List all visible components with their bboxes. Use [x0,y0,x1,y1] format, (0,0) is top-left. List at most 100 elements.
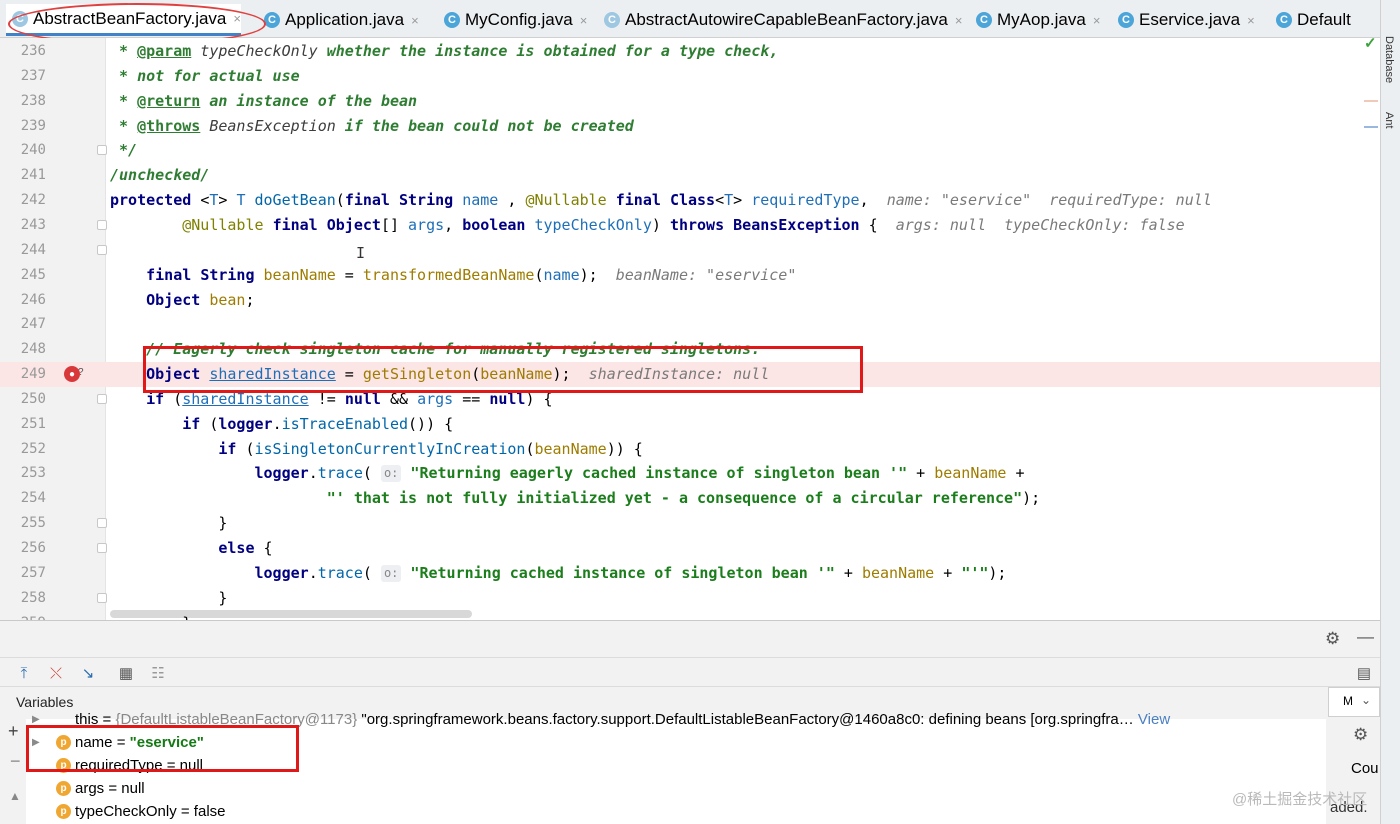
close-tab-icon[interactable]: × [411,13,419,28]
code-text[interactable]: * not for actual use [110,64,300,89]
code-line[interactable]: 237 * not for actual use [0,64,1380,89]
code-text[interactable]: * @param typeCheckOnly whether the insta… [110,39,778,64]
code-line[interactable]: 255 } [0,511,1380,536]
code-line[interactable]: 256 else { [0,536,1380,561]
code-line[interactable]: 245 final String beanName = transformedB… [0,263,1380,288]
code-text[interactable]: logger.trace( o: "Returning eagerly cach… [110,461,1025,486]
code-text[interactable]: logger.trace( o: "Returning cached insta… [110,561,1006,586]
fold-marker-icon[interactable] [97,219,107,230]
expand-arrow-icon[interactable]: ▶ [32,708,40,731]
tab-eservice-java[interactable]: C Eservice.java × [1112,4,1255,36]
parameter-icon: p [56,804,71,819]
code-line[interactable]: 258 } [0,586,1380,611]
close-tab-icon[interactable]: × [1093,13,1101,28]
tab-default[interactable]: C Default [1270,4,1351,36]
code-line[interactable]: 242 protected <T> T doGetBean(final Strin… [0,188,1380,213]
variable-row[interactable]: ▶ this = {DefaultListableBeanFactory@1173… [26,708,1326,731]
remove-watch-icon[interactable]: − [10,751,21,772]
error-stripe-mark[interactable] [1364,100,1378,102]
close-tab-icon[interactable]: × [955,13,963,28]
code-line[interactable]: 241/unchecked/ [0,163,1380,188]
code-line[interactable]: 236 * @param typeCheckOnly whether the i… [0,39,1380,64]
code-line[interactable]: 240 */ [0,138,1380,163]
add-watch-icon[interactable]: + [8,721,19,742]
fold-marker-icon[interactable] [97,244,107,255]
code-text[interactable]: if (isSingletonCurrentlyInCreation(beanN… [110,437,642,462]
code-line[interactable]: 248 // Eagerly check singleton cache for… [0,337,1380,362]
minimize-icon[interactable]: — [1357,627,1374,647]
code-text[interactable]: */ [110,138,137,163]
evaluate-expression-icon[interactable]: ▦ [116,663,136,683]
close-tab-icon[interactable]: × [233,11,241,26]
variable-row[interactable]: ▶ p name = "eservice" [26,731,1326,754]
code-text[interactable]: // Eagerly check singleton cache for man… [110,337,760,362]
code-token: isTraceEnabled [281,414,409,433]
code-line[interactable]: 259 } [0,611,1380,620]
code-text[interactable]: } [110,511,227,536]
fold-marker-icon[interactable] [97,518,107,529]
code-text[interactable]: Object sharedInstance = getSingleton(bea… [110,362,769,387]
code-text[interactable]: if (sharedInstance != null && args == nu… [110,387,552,412]
drop-frame-icon[interactable]: ⤬ [46,663,66,683]
fold-marker-icon[interactable] [97,543,107,553]
code-line[interactable]: 244 [0,238,1380,263]
close-tab-icon[interactable]: × [1247,13,1255,28]
fold-marker-icon[interactable] [97,145,107,156]
code-line[interactable]: 252 if (isSingletonCurrentlyInCreation(b… [0,437,1380,462]
view-link[interactable]: View [1138,711,1170,728]
tool-window-ant[interactable]: Ant [1383,112,1395,129]
expand-arrow-icon[interactable]: ▶ [32,731,40,754]
variable-row[interactable]: p typeCheckOnly = false [26,800,1326,823]
error-stripe-mark[interactable] [1364,126,1378,128]
tab-myaop-java[interactable]: C MyAop.java × [970,4,1100,36]
code-text[interactable]: "' that is not fully initialized yet - a… [110,486,1040,511]
code-text[interactable]: final String beanName = transformedBeanN… [110,263,796,288]
close-tab-icon[interactable]: × [580,13,588,28]
code-line[interactable]: 247 [0,312,1380,337]
code-line[interactable]: 257 logger.trace( o: "Returning cached i… [0,561,1380,586]
tab-abstractautowirecapablebeanfactory-java[interactable]: C AbstractAutowireCapableBeanFactory.java… [598,4,962,36]
code-line[interactable]: 253 logger.trace( o: "Returning eagerly … [0,461,1380,486]
tab-abstractbeanfactory-java[interactable]: C AbstractBeanFactory.java × [6,4,241,36]
code-line[interactable]: 239 * @throws BeansException if the bean… [0,114,1380,139]
variable-row[interactable]: p args = null [26,777,1326,800]
console-tab-label[interactable]: Cou [1351,760,1379,777]
code-editor[interactable]: I 236 * @param typeCheckOnly whether the… [0,38,1380,620]
code-text[interactable]: @Nullable final Object[] args, boolean t… [110,213,1184,238]
trace-stream-icon[interactable]: ☷ [148,663,168,683]
variable-part: this = [75,711,116,728]
code-text[interactable]: Object bean; [110,288,254,313]
code-text[interactable]: * @throws BeansException if the bean cou… [110,114,634,139]
inspection-ok-icon[interactable]: ✓ [1364,34,1377,52]
fold-marker-icon[interactable] [97,393,107,404]
code-line[interactable]: 243 @Nullable final Object[] args, boole… [0,213,1380,238]
tab-myconfig-java[interactable]: C MyConfig.java × [438,4,587,36]
variable-row[interactable]: p requiredType = null [26,754,1326,777]
run-to-cursor-icon[interactable]: ↘ [78,663,98,683]
code-text[interactable]: } [110,586,227,611]
side-panel-tab[interactable]: M ⌄ [1328,687,1380,717]
tab-application-java[interactable]: C Application.java × [258,4,419,36]
layout-icon[interactable]: ▤ [1354,663,1374,683]
tool-window-database[interactable]: Database [1383,36,1395,83]
code-line[interactable]: 254 "' that is not fully initialized yet… [0,486,1380,511]
code-text[interactable]: if (logger.isTraceEnabled()) { [110,412,453,437]
code-line[interactable]: 250 if (sharedInstance != null && args =… [0,387,1380,412]
code-line[interactable]: 238 * @return an instance of the bean [0,89,1380,114]
debug-panel: ⚙ — ⤒ ⤬ ↘ ▦ ☷ ▤ Variables M ⌄ + − ▲ ▶ thi… [0,620,1380,824]
code-text[interactable]: protected <T> T doGetBean(final String n… [110,188,1212,213]
code-text[interactable]: else { [110,536,272,561]
code-text[interactable]: * @return an instance of the bean [110,89,417,114]
step-out-icon[interactable]: ⤒ [14,663,34,683]
scroll-up-icon[interactable]: ▲ [9,789,21,803]
variables-tree[interactable]: ▶ this = {DefaultListableBeanFactory@1173… [26,711,1326,824]
variables-settings-icon[interactable]: ⚙ [1353,725,1368,745]
code-text[interactable]: /unchecked/ [110,163,209,188]
fold-marker-icon[interactable] [97,592,107,603]
settings-gear-icon[interactable]: ⚙ [1325,629,1340,649]
code-line[interactable]: 246 Object bean; [0,288,1380,313]
code-text[interactable]: } [110,611,191,620]
code-line[interactable]: 251 if (logger.isTraceEnabled()) { [0,412,1380,437]
code-token: = [335,365,363,384]
code-line[interactable]: 249 ●? Object sharedInstance = getSinglet… [0,362,1380,388]
